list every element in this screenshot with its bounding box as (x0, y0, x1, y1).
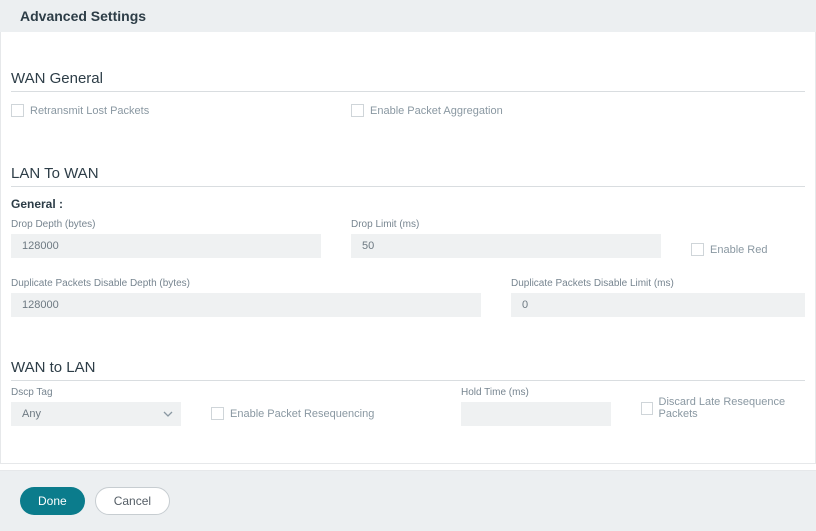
lan-to-wan-sub: General : (11, 197, 805, 211)
section-rule (11, 186, 805, 187)
dup-depth-label: Duplicate Packets Disable Depth (bytes) (11, 278, 481, 289)
retransmit-label: Retransmit Lost Packets (30, 105, 149, 117)
enable-red-label: Enable Red (710, 244, 768, 256)
content-panel: WAN General Retransmit Lost Packets Enab… (0, 32, 816, 464)
checkbox-icon (351, 104, 364, 117)
enable-packet-resequencing-checkbox[interactable]: Enable Packet Resequencing (211, 407, 374, 420)
drop-limit-input[interactable] (351, 234, 661, 258)
section-wan-to-lan-title: WAN to LAN (11, 359, 805, 376)
enable-packet-aggregation-checkbox[interactable]: Enable Packet Aggregation (351, 104, 503, 117)
section-rule (11, 380, 805, 381)
cancel-button[interactable]: Cancel (95, 487, 170, 515)
dup-limit-input[interactable] (511, 293, 805, 317)
dscp-tag-label: Dscp Tag (11, 387, 181, 398)
page-title: Advanced Settings (20, 8, 146, 24)
enable-red-checkbox[interactable]: Enable Red (691, 243, 768, 256)
checkbox-icon (11, 104, 24, 117)
section-lan-to-wan-title: LAN To WAN (11, 165, 805, 182)
hold-time-label: Hold Time (ms) (461, 387, 611, 398)
section-wan-general-title: WAN General (11, 70, 805, 87)
page-header: Advanced Settings (0, 0, 816, 32)
footer: Done Cancel (0, 470, 816, 531)
enable-reseq-label: Enable Packet Resequencing (230, 408, 374, 420)
drop-limit-label: Drop Limit (ms) (351, 219, 661, 230)
hold-time-input[interactable] (461, 402, 611, 426)
checkbox-icon (691, 243, 704, 256)
checkbox-icon (211, 407, 224, 420)
dscp-tag-select[interactable] (11, 402, 181, 426)
retransmit-lost-packets-checkbox[interactable]: Retransmit Lost Packets (11, 104, 149, 117)
aggregation-label: Enable Packet Aggregation (370, 105, 503, 117)
done-button[interactable]: Done (20, 487, 85, 515)
section-rule (11, 91, 805, 92)
checkbox-icon (641, 402, 653, 415)
drop-depth-input[interactable] (11, 234, 321, 258)
dup-limit-label: Duplicate Packets Disable Limit (ms) (511, 278, 805, 289)
discard-late-label: Discard Late Resequence Packets (659, 396, 805, 420)
drop-depth-label: Drop Depth (bytes) (11, 219, 321, 230)
dup-depth-input[interactable] (11, 293, 481, 317)
discard-late-resequence-checkbox[interactable]: Discard Late Resequence Packets (641, 396, 805, 420)
